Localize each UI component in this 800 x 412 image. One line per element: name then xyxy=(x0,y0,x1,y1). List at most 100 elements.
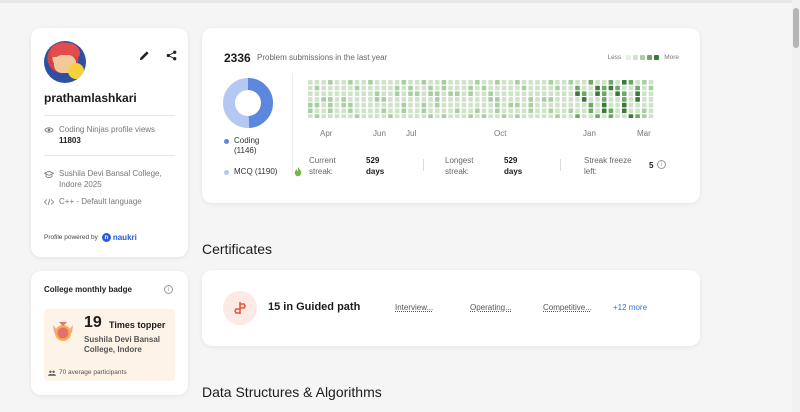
heatmap-cell[interactable] xyxy=(515,97,520,102)
heatmap-cell[interactable] xyxy=(468,80,473,85)
heatmap-cell[interactable] xyxy=(588,97,594,102)
heatmap-cell[interactable] xyxy=(441,97,447,102)
heatmap-cell[interactable] xyxy=(428,102,433,108)
heatmap-cell[interactable] xyxy=(508,97,513,102)
heatmap-cell[interactable] xyxy=(308,85,313,91)
heatmap-cell[interactable] xyxy=(434,97,440,102)
heatmap-cell[interactable] xyxy=(648,91,654,96)
heatmap-cell[interactable] xyxy=(308,114,313,118)
heatmap-cell[interactable] xyxy=(515,80,520,85)
heatmap-cell[interactable] xyxy=(555,80,560,85)
heatmap-cell[interactable] xyxy=(595,85,600,91)
heatmap-cell[interactable] xyxy=(388,97,393,102)
heatmap-cell[interactable] xyxy=(488,91,493,96)
heatmap-cell[interactable] xyxy=(488,114,493,118)
heatmap-cell[interactable] xyxy=(401,97,407,102)
heatmap-cell[interactable] xyxy=(601,80,607,85)
heatmap-cell[interactable] xyxy=(368,91,373,96)
heatmap-cell[interactable] xyxy=(368,102,373,108)
heatmap-cell[interactable] xyxy=(381,91,387,96)
heatmap-cell[interactable] xyxy=(421,108,427,114)
heatmap-cell[interactable] xyxy=(401,108,407,114)
heatmap-cell[interactable] xyxy=(381,108,387,114)
heatmap-cell[interactable] xyxy=(561,91,567,96)
heatmap-cell[interactable] xyxy=(475,85,480,91)
heatmap-cell[interactable] xyxy=(588,114,594,118)
heatmap-cell[interactable] xyxy=(341,97,346,102)
heatmap-cell[interactable] xyxy=(414,80,420,85)
heatmap-cell[interactable] xyxy=(408,85,413,91)
heatmap-cell[interactable] xyxy=(561,108,567,114)
heatmap-cell[interactable] xyxy=(321,108,326,114)
heatmap-cell[interactable] xyxy=(394,114,400,118)
heatmap-cell[interactable] xyxy=(648,97,654,102)
heatmap-cell[interactable] xyxy=(314,97,320,102)
heatmap-cell[interactable] xyxy=(368,97,373,102)
heatmap-cell[interactable] xyxy=(621,102,627,108)
heatmap-cell[interactable] xyxy=(321,80,326,85)
heatmap-cell[interactable] xyxy=(414,85,420,91)
heatmap-cell[interactable] xyxy=(348,114,353,118)
heatmap-cell[interactable] xyxy=(528,91,534,96)
info-icon[interactable]: i xyxy=(164,285,173,294)
heatmap-cell[interactable] xyxy=(321,102,326,108)
heatmap-cell[interactable] xyxy=(374,108,380,114)
heatmap-cell[interactable] xyxy=(535,85,540,91)
heatmap-cell[interactable] xyxy=(575,85,580,91)
heatmap-cell[interactable] xyxy=(341,114,346,118)
heatmap-cell[interactable] xyxy=(501,108,507,114)
heatmap-cell[interactable] xyxy=(508,80,513,85)
heatmap-cell[interactable] xyxy=(581,91,587,96)
heatmap-cell[interactable] xyxy=(441,80,447,85)
heatmap-cell[interactable] xyxy=(601,114,607,118)
heatmap-cell[interactable] xyxy=(515,85,520,91)
heatmap-cell[interactable] xyxy=(515,108,520,114)
heatmap-cell[interactable] xyxy=(628,108,634,114)
heatmap-cell[interactable] xyxy=(381,85,387,91)
heatmap-cell[interactable] xyxy=(414,114,420,118)
heatmap-cell[interactable] xyxy=(388,80,393,85)
heatmap-cell[interactable] xyxy=(461,102,467,108)
heatmap-cell[interactable] xyxy=(601,85,607,91)
heatmap-cell[interactable] xyxy=(555,114,560,118)
heatmap-cell[interactable] xyxy=(515,102,520,108)
heatmap-cell[interactable] xyxy=(421,97,427,102)
heatmap-cell[interactable] xyxy=(495,80,500,85)
heatmap-cell[interactable] xyxy=(468,102,473,108)
heatmap-cell[interactable] xyxy=(348,102,353,108)
heatmap-cell[interactable] xyxy=(508,91,513,96)
heatmap-cell[interactable] xyxy=(628,85,634,91)
heatmap-cell[interactable] xyxy=(501,80,507,85)
heatmap-cell[interactable] xyxy=(642,91,647,96)
heatmap-cell[interactable] xyxy=(354,108,360,114)
heatmap-cell[interactable] xyxy=(388,114,393,118)
edit-icon[interactable] xyxy=(137,48,151,62)
heatmap-cell[interactable] xyxy=(621,97,627,102)
heatmap-cell[interactable] xyxy=(635,108,640,114)
heatmap-cell[interactable] xyxy=(568,97,574,102)
heatmap-cell[interactable] xyxy=(321,85,326,91)
heatmap-cell[interactable] xyxy=(481,97,487,102)
heatmap-cell[interactable] xyxy=(328,85,333,91)
heatmap-cell[interactable] xyxy=(374,114,380,118)
heatmap-cell[interactable] xyxy=(481,114,487,118)
heatmap-cell[interactable] xyxy=(541,114,547,118)
heatmap-cell[interactable] xyxy=(475,91,480,96)
heatmap-cell[interactable] xyxy=(535,114,540,118)
heatmap-cell[interactable] xyxy=(361,80,367,85)
heatmap-cell[interactable] xyxy=(468,114,473,118)
heatmap-cell[interactable] xyxy=(528,85,534,91)
heatmap-cell[interactable] xyxy=(408,114,413,118)
heatmap-cell[interactable] xyxy=(421,85,427,91)
heatmap-cell[interactable] xyxy=(481,108,487,114)
heatmap-cell[interactable] xyxy=(334,80,340,85)
heatmap-cell[interactable] xyxy=(341,80,346,85)
naukri-logo[interactable]: n naukri xyxy=(101,233,137,242)
heatmap-cell[interactable] xyxy=(541,102,547,108)
heatmap-cell[interactable] xyxy=(428,97,433,102)
heatmap-cell[interactable] xyxy=(354,97,360,102)
heatmap-cell[interactable] xyxy=(615,85,620,91)
heatmap-cell[interactable] xyxy=(348,80,353,85)
heatmap-cell[interactable] xyxy=(568,85,574,91)
heatmap-cell[interactable] xyxy=(528,114,534,118)
